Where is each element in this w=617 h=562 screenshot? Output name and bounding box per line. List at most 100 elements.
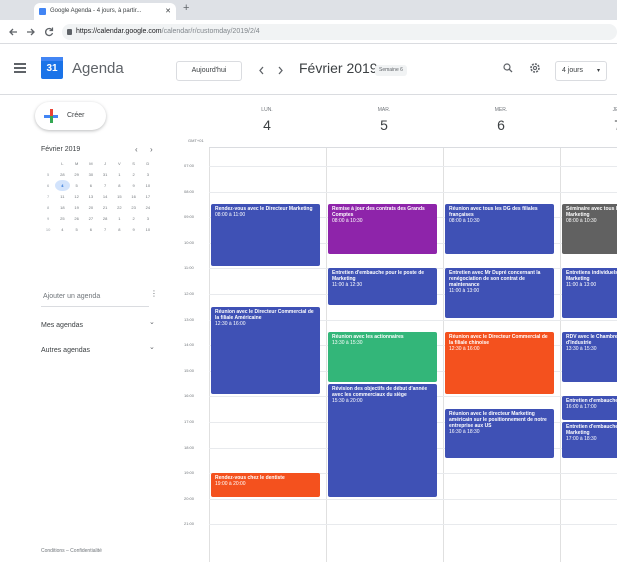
mini-day[interactable]: 21 (98, 202, 112, 213)
mini-day[interactable]: 25 (55, 213, 69, 224)
add-calendar-input[interactable]: Ajouter un agenda (41, 287, 149, 307)
calendar-event[interactable]: Réunion avec le Directeur Commercial de … (445, 332, 554, 395)
mini-day[interactable]: 27 (84, 213, 98, 224)
mini-day[interactable]: 20 (84, 202, 98, 213)
view-selector[interactable]: 4 jours ▾ (555, 61, 607, 81)
calendar-event[interactable]: Réunion avec le directeur Marketing amér… (445, 409, 554, 459)
day-header[interactable]: MAR. 5 (326, 96, 442, 146)
mini-day[interactable]: 10 (141, 224, 155, 235)
previous-period-icon[interactable] (258, 66, 265, 75)
mini-day[interactable]: 2 (127, 169, 141, 180)
mini-day[interactable]: 11 (55, 191, 69, 202)
terms-privacy-link[interactable]: Conditions – Confidentialité (41, 548, 102, 554)
mini-prev-icon[interactable]: ‹ (135, 145, 138, 154)
create-button[interactable]: Créer (35, 102, 106, 130)
calendar-event[interactable]: Révision des objectifs de début d'année … (328, 383, 437, 497)
new-tab-button[interactable]: + (183, 2, 189, 14)
back-arrow-icon[interactable] (8, 27, 18, 37)
calendar-event[interactable]: Entretien d'embauche pour le poste de Ma… (328, 268, 437, 305)
mini-next-icon[interactable]: › (150, 145, 153, 154)
calendar-logo-icon: 31 (41, 57, 63, 79)
mini-day[interactable]: 23 (127, 202, 141, 213)
mini-day[interactable]: 4 (55, 224, 69, 235)
calendar-event[interactable]: Remise à jour des contrats des Grands Co… (328, 204, 437, 254)
mini-day[interactable]: 10 (141, 180, 155, 191)
next-period-icon[interactable] (277, 66, 284, 75)
mini-day[interactable]: 30 (84, 169, 98, 180)
day-header[interactable]: LUN. 4 (209, 96, 325, 146)
day-number[interactable]: 6 (443, 117, 559, 133)
mini-day[interactable]: 16 (127, 191, 141, 202)
hour-line (209, 498, 617, 500)
day-number[interactable]: 5 (326, 117, 442, 133)
mini-day[interactable]: 5 (70, 180, 84, 191)
mini-day[interactable]: 19 (70, 202, 84, 213)
mini-day[interactable]: 2 (127, 213, 141, 224)
mini-day[interactable]: 13 (84, 191, 98, 202)
calendar-event[interactable]: Entretien d'embauche 16:00 à 17:00 (562, 396, 617, 420)
browser-tab[interactable]: Google Agenda - 4 jours, à partir... ✕ (34, 3, 176, 20)
forward-arrow-icon[interactable] (26, 27, 36, 37)
mini-day[interactable]: 5 (70, 224, 84, 235)
mini-day[interactable]: 9 (127, 224, 141, 235)
reload-icon[interactable] (44, 27, 54, 37)
mini-day[interactable]: 7 (98, 224, 112, 235)
mini-day[interactable]: 24 (141, 202, 155, 213)
mini-day[interactable]: 22 (112, 202, 126, 213)
calendar-event[interactable]: Réunion avec le Directeur Commercial de … (211, 306, 320, 395)
event-title: Entretien avec Mr Dupré concernant la re… (449, 270, 541, 289)
month-title: Février 2019 (299, 60, 378, 76)
mini-day[interactable]: 6 (84, 180, 98, 191)
calendar-event[interactable]: Rendez-vous chez le dentiste 19:00 à 20:0… (211, 473, 320, 497)
search-icon[interactable] (503, 63, 513, 73)
mini-day[interactable]: 17 (141, 191, 155, 202)
day-number[interactable]: 7 (560, 117, 617, 133)
event-title: RDV avec le Chambre de Commerce et d'Ind… (566, 334, 617, 347)
mini-day[interactable]: 8 (112, 224, 126, 235)
url-input[interactable]: https://calendar.google.com/calendar/r/c… (62, 24, 617, 40)
chevron-down-icon[interactable]: ⌄ (149, 343, 155, 351)
day-header[interactable]: MER. 6 (443, 96, 559, 146)
calendar-event[interactable]: Rendez-vous avec le Directeur Marketing 0… (211, 204, 320, 267)
mini-day[interactable]: 9 (127, 180, 141, 191)
today-button[interactable]: Aujourd'hui (176, 61, 242, 81)
mini-day[interactable]: 1 (112, 169, 126, 180)
day-number[interactable]: 4 (209, 117, 325, 133)
calendar-event[interactable]: Séminaire avec tous les Directeurs Marke… (562, 204, 617, 254)
mini-weekday-row: LMMJVSD (41, 158, 155, 169)
event-time: 12:30 à 16:00 (449, 346, 480, 353)
mini-day[interactable]: 3 (141, 169, 155, 180)
day-header[interactable]: JEU. 7 (560, 96, 617, 146)
other-calendars-section[interactable]: Autres agendas (41, 347, 90, 354)
mini-day[interactable]: 26 (70, 213, 84, 224)
mini-day[interactable]: 29 (70, 169, 84, 180)
gear-icon[interactable] (529, 62, 541, 74)
calendar-event[interactable]: RDV avec le Chambre de Commerce et d'Ind… (562, 332, 617, 382)
event-time: 11:00 à 13:00 (566, 282, 597, 289)
mini-day[interactable]: 1 (112, 213, 126, 224)
calendar-event[interactable]: Réunion avec les actionnaires 13:30 à 15:… (328, 332, 437, 382)
my-calendars-section[interactable]: Mes agendas (41, 322, 83, 329)
main-menu-icon[interactable] (14, 63, 26, 73)
mini-day[interactable]: 7 (98, 180, 112, 191)
mini-day[interactable]: 15 (112, 191, 126, 202)
calendar-event[interactable]: Entretien d'embauche du Directeur Market… (562, 421, 617, 459)
calendar-event[interactable]: Réunion avec tous les DG des filiales fr… (445, 204, 554, 254)
week-number: 7 (47, 194, 50, 199)
tab-close-icon[interactable]: ✕ (165, 3, 171, 20)
mini-day[interactable]: 14 (98, 191, 112, 202)
calendar-event[interactable]: Entretien avec Mr Dupré concernant la re… (445, 268, 554, 318)
mini-day[interactable]: 28 (55, 169, 69, 180)
mini-day[interactable]: 12 (70, 191, 84, 202)
mini-day[interactable]: 6 (84, 224, 98, 235)
mini-day[interactable]: 31 (98, 169, 112, 180)
chevron-down-icon[interactable]: ⌄ (149, 318, 155, 326)
mini-day[interactable]: 4 (55, 180, 70, 191)
mini-day[interactable]: 18 (55, 202, 69, 213)
mini-day[interactable]: 28 (98, 213, 112, 224)
more-options-icon[interactable]: ⋮ (150, 289, 158, 298)
mini-day[interactable]: 3 (141, 213, 155, 224)
mini-day[interactable]: 8 (112, 180, 126, 191)
event-time: 16:30 à 18:30 (449, 429, 480, 436)
calendar-event[interactable]: Entretiens individuels avec les Directeu… (562, 268, 617, 318)
